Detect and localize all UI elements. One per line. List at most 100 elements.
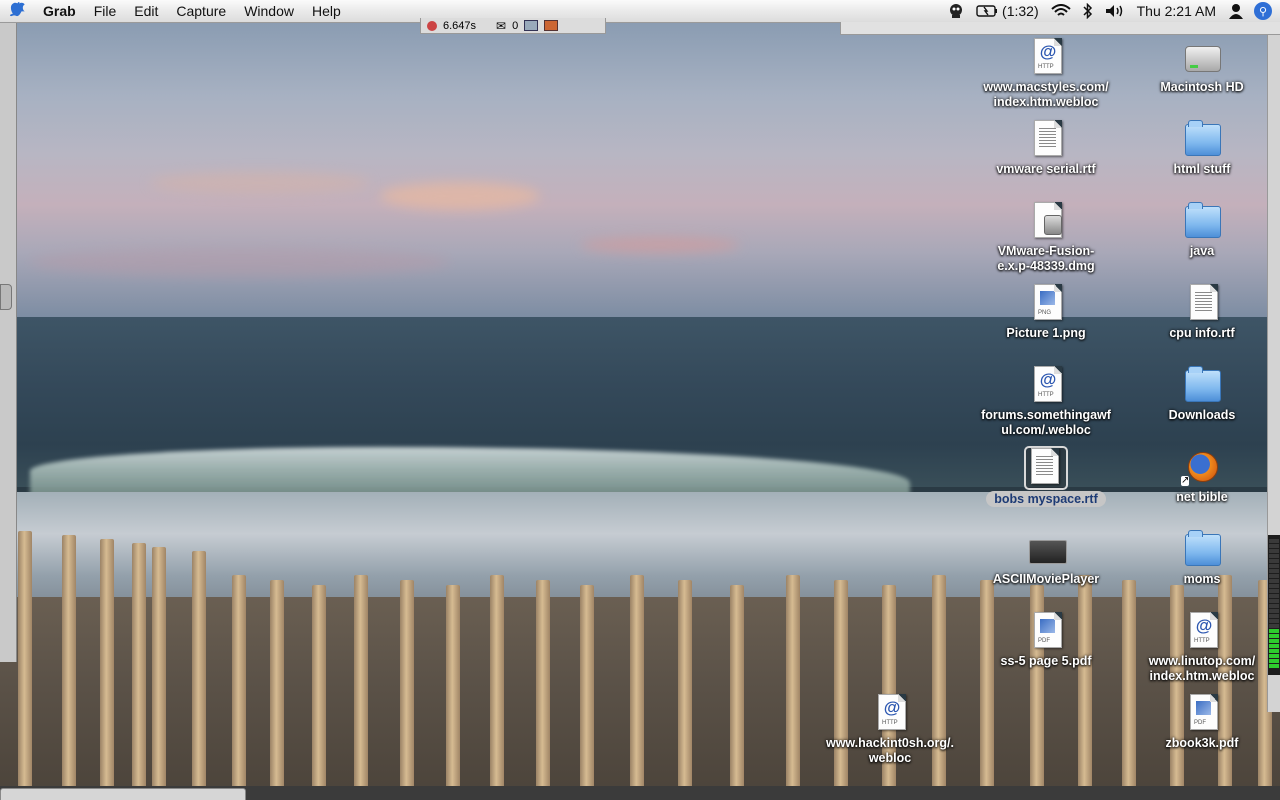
desktop-icon-label: ASCIIMoviePlayer bbox=[992, 572, 1100, 586]
menu-edit[interactable]: Edit bbox=[125, 0, 167, 22]
fence-post bbox=[232, 575, 246, 800]
fence-post bbox=[834, 580, 848, 800]
folder-icon bbox=[1185, 366, 1221, 402]
window-drawer-handle[interactable] bbox=[0, 284, 12, 310]
desktop-icon-label: vmware serial.rtf bbox=[996, 162, 1096, 176]
volume-icon[interactable] bbox=[1099, 4, 1131, 18]
fence-post bbox=[490, 575, 504, 800]
mail-count: 0 bbox=[512, 19, 519, 32]
desktop-icon-image: ↗ bbox=[1181, 448, 1219, 486]
desktop-icon[interactable]: Macintosh HD bbox=[1127, 38, 1277, 95]
desktop-icon-image bbox=[1185, 202, 1221, 240]
desktop-icon-selected[interactable]: bobs myspace.rtf bbox=[971, 446, 1121, 507]
desktop-icon-label: Macintosh HD bbox=[1160, 80, 1244, 94]
meter-segment bbox=[1269, 599, 1279, 603]
wallpaper-cloud bbox=[380, 182, 540, 210]
fence-post bbox=[580, 585, 594, 800]
user-icon[interactable] bbox=[1222, 3, 1250, 19]
desktop-icon[interactable]: @ HTTP www.hackint0sh.org/. webloc bbox=[815, 694, 965, 766]
desktop-icon-image bbox=[1029, 120, 1063, 158]
meter-segment bbox=[1269, 589, 1279, 593]
menu-help[interactable]: Help bbox=[303, 0, 350, 22]
fence-post bbox=[62, 535, 76, 800]
wifi-icon[interactable] bbox=[1045, 4, 1077, 18]
desktop-icon[interactable]: PNG Picture 1.png bbox=[971, 284, 1121, 341]
folder-icon bbox=[1185, 530, 1221, 566]
desktop-icon-label: forums.somethingawf ul.com/.webloc bbox=[981, 408, 1111, 437]
desktop-icon[interactable]: html stuff bbox=[1127, 120, 1277, 177]
menu-window[interactable]: Window bbox=[235, 0, 303, 22]
battery-status[interactable]: (1:32) bbox=[970, 0, 1045, 22]
desktop-icon-label: www.linutop.com/ index.htm.webloc bbox=[1148, 654, 1256, 683]
desktop-icon[interactable]: java bbox=[1127, 202, 1277, 259]
fence-post bbox=[882, 585, 896, 800]
desktop-icon-image bbox=[1029, 202, 1063, 240]
desktop-icon[interactable]: ↗ net bible bbox=[1127, 448, 1277, 505]
alien-menu-extra-icon[interactable] bbox=[942, 3, 970, 19]
desktop-icon-image: @ HTTP bbox=[1185, 612, 1219, 650]
bluetooth-icon[interactable] bbox=[1077, 3, 1099, 19]
desktop-icon-image: PNG bbox=[1029, 284, 1063, 322]
webloc-file-icon: @ HTTP bbox=[878, 694, 906, 730]
monitor-icon[interactable] bbox=[544, 20, 559, 31]
fence-post bbox=[354, 575, 368, 800]
png-image-icon: PNG bbox=[1034, 284, 1062, 320]
menu-bar: Grab File Edit Capture Window Help (1:32… bbox=[0, 0, 1280, 23]
desktop-icon-image bbox=[1024, 446, 1068, 490]
desktop-icon[interactable]: cpu info.rtf bbox=[1127, 284, 1277, 341]
stopwatch-icon bbox=[427, 20, 437, 31]
meter-segment bbox=[1269, 594, 1279, 598]
desktop-icon-image bbox=[1185, 284, 1219, 322]
fence-post bbox=[18, 531, 32, 800]
minimized-window-tab[interactable] bbox=[0, 788, 246, 800]
desktop-icon-image bbox=[1185, 120, 1221, 158]
rtf-document-icon bbox=[1031, 448, 1059, 484]
menu-clock[interactable]: Thu 2:21 AM bbox=[1131, 0, 1222, 22]
desktop-icon[interactable]: @ HTTP www.macstyles.com/ index.htm.webloc bbox=[971, 38, 1121, 110]
background-window-titlebar bbox=[840, 22, 1280, 35]
menu-extras-strip: 6.647s ✉ 0 bbox=[420, 18, 606, 34]
fence-post bbox=[932, 575, 946, 800]
apple-menu-icon[interactable] bbox=[0, 0, 34, 22]
desktop-icon-image: @ HTTP bbox=[1029, 366, 1063, 404]
fence-post bbox=[100, 539, 114, 800]
desktop-icon-image bbox=[1185, 530, 1221, 568]
desktop-icon-label: java bbox=[1189, 244, 1215, 258]
fence-post bbox=[786, 575, 800, 800]
mail-icon[interactable]: ✉ bbox=[496, 19, 506, 33]
spotlight-search-icon[interactable]: ⚲ bbox=[1254, 2, 1272, 20]
desktop-icon[interactable]: Downloads bbox=[1127, 366, 1277, 423]
desktop-icon[interactable]: VMware-Fusion- e.x.p-48339.dmg bbox=[971, 202, 1121, 274]
menu-capture[interactable]: Capture bbox=[167, 0, 235, 22]
webloc-file-icon: @ HTTP bbox=[1034, 366, 1062, 402]
folder-icon bbox=[1185, 120, 1221, 156]
desktop-icon[interactable]: PDF ss-5 page 5.pdf bbox=[971, 612, 1121, 669]
fence-post bbox=[446, 585, 460, 800]
fence-post bbox=[1078, 575, 1092, 800]
desktop-icon[interactable]: @ HTTP forums.somethingawf ul.com/.webloc bbox=[971, 366, 1121, 438]
battery-time: (1:32) bbox=[1002, 3, 1039, 19]
fence-post bbox=[312, 585, 326, 800]
background-window-edge bbox=[0, 22, 17, 662]
desktop-icon-image bbox=[1185, 366, 1221, 404]
desktop-icon[interactable]: vmware serial.rtf bbox=[971, 120, 1121, 177]
pdf-document-icon: PDF bbox=[1190, 694, 1218, 730]
menu-grab[interactable]: Grab bbox=[34, 0, 85, 22]
desktop-icon-label: zbook3k.pdf bbox=[1165, 736, 1239, 750]
desktop-icon-label: www.hackint0sh.org/. webloc bbox=[825, 736, 955, 765]
fence-post bbox=[678, 580, 692, 800]
window-icon[interactable] bbox=[524, 20, 539, 31]
fence-post bbox=[1218, 575, 1232, 800]
disk-image-icon bbox=[1034, 202, 1062, 238]
desktop-icon[interactable]: PDF zbook3k.pdf bbox=[1127, 694, 1277, 751]
fence-post bbox=[152, 547, 166, 800]
desktop-icon[interactable]: ASCIIMoviePlayer bbox=[971, 530, 1121, 587]
desktop-icon-label: ss-5 page 5.pdf bbox=[1000, 654, 1092, 668]
webloc-file-icon: @ HTTP bbox=[1190, 612, 1218, 648]
rtf-document-icon bbox=[1190, 284, 1218, 320]
menu-file[interactable]: File bbox=[85, 0, 126, 22]
desktop-icon[interactable]: @ HTTP www.linutop.com/ index.htm.webloc bbox=[1127, 612, 1277, 684]
wallpaper-cloud bbox=[580, 237, 740, 253]
desktop-icon[interactable]: moms bbox=[1127, 530, 1277, 587]
desktop-icon-image: PDF bbox=[1185, 694, 1219, 732]
